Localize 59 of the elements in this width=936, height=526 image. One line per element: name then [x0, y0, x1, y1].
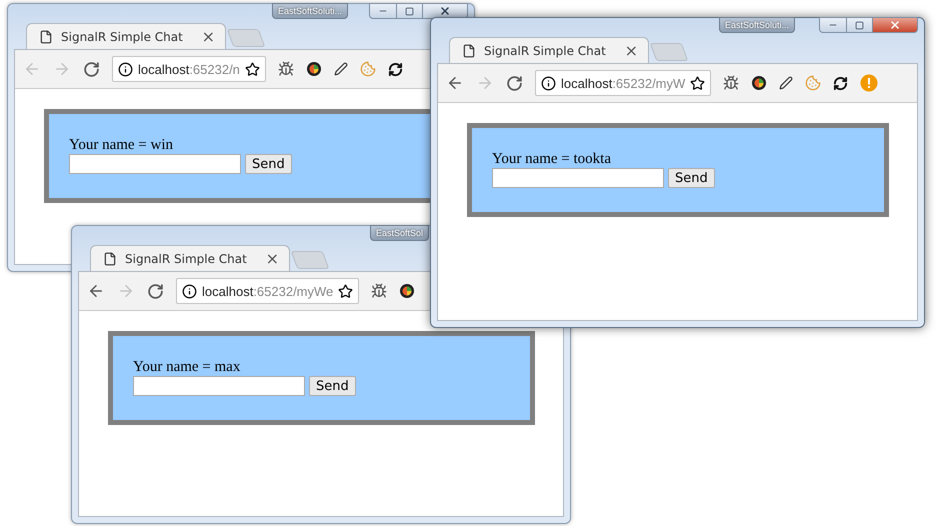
send-button[interactable]: Send [245, 154, 292, 174]
message-input[interactable] [133, 376, 305, 396]
address-bar[interactable]: localhost:65232/myW [535, 70, 712, 96]
tab-title: SignalR Simple Chat [125, 252, 248, 266]
reload-icon[interactable] [83, 60, 100, 78]
address-bar[interactable]: localhost:65232/n [112, 56, 266, 82]
message-input[interactable] [492, 168, 664, 188]
window-caption-label: EastSoftSol [370, 225, 430, 241]
tab-close-button[interactable]: × [624, 42, 638, 58]
send-button[interactable]: Send [668, 168, 715, 188]
name-label: Your name = tookta [492, 150, 612, 168]
close-icon [889, 19, 901, 31]
maximize-icon [855, 20, 864, 30]
bug-icon[interactable] [371, 283, 388, 299]
tab-close-button[interactable]: × [202, 28, 215, 44]
back-icon[interactable] [87, 282, 105, 300]
window-caption-label: EastSoftSoluti... [272, 3, 348, 19]
url-text: localhost:65232/myW [561, 76, 686, 90]
pen-icon[interactable] [779, 76, 794, 90]
bookmark-star-icon[interactable] [690, 76, 706, 90]
pen-icon[interactable] [334, 62, 348, 76]
address-bar[interactable]: localhost:65232/myWe [176, 278, 360, 304]
browser-tab[interactable]: SignalR Simple Chat × [449, 37, 649, 63]
back-icon[interactable] [446, 74, 464, 92]
sync-icon[interactable] [833, 76, 848, 90]
maximize-icon [405, 6, 414, 16]
color-wheel-icon[interactable] [399, 283, 416, 299]
send-button[interactable]: Send [309, 376, 356, 396]
maximize-button[interactable] [396, 3, 423, 19]
reload-icon[interactable] [147, 282, 164, 300]
name-label: Your name = win [69, 136, 174, 154]
tab-title: SignalR Simple Chat [484, 44, 607, 58]
browser-tab[interactable]: SignalR Simple Chat × [90, 245, 290, 271]
info-icon[interactable] [541, 76, 556, 90]
page-icon [39, 30, 53, 44]
close-icon [439, 5, 451, 17]
bookmark-star-icon[interactable] [338, 284, 354, 298]
url-text: localhost:65232/n [138, 62, 240, 76]
reload-icon[interactable] [506, 74, 523, 92]
page-icon [462, 44, 476, 58]
color-wheel-icon[interactable] [306, 61, 322, 77]
url-text: localhost:65232/myWe [202, 284, 334, 298]
close-button[interactable] [872, 17, 918, 33]
maximize-button[interactable] [846, 17, 873, 33]
tab-close-button[interactable]: × [266, 250, 279, 266]
close-button[interactable] [422, 3, 468, 19]
sync-icon[interactable] [388, 62, 403, 76]
info-icon[interactable] [182, 284, 197, 298]
info-icon[interactable] [118, 62, 133, 76]
name-label: Your name = max [133, 358, 242, 376]
browser-tab[interactable]: SignalR Simple Chat × [26, 23, 226, 49]
bug-icon[interactable] [723, 75, 740, 91]
page-icon [103, 252, 117, 266]
tab-title: SignalR Simple Chat [61, 30, 184, 44]
bug-icon[interactable] [278, 61, 294, 77]
window-caption-label: EastSoftSoluti... [719, 17, 796, 33]
message-input[interactable] [69, 154, 241, 174]
bookmark-star-icon[interactable] [244, 62, 260, 76]
color-wheel-icon[interactable] [751, 75, 768, 91]
